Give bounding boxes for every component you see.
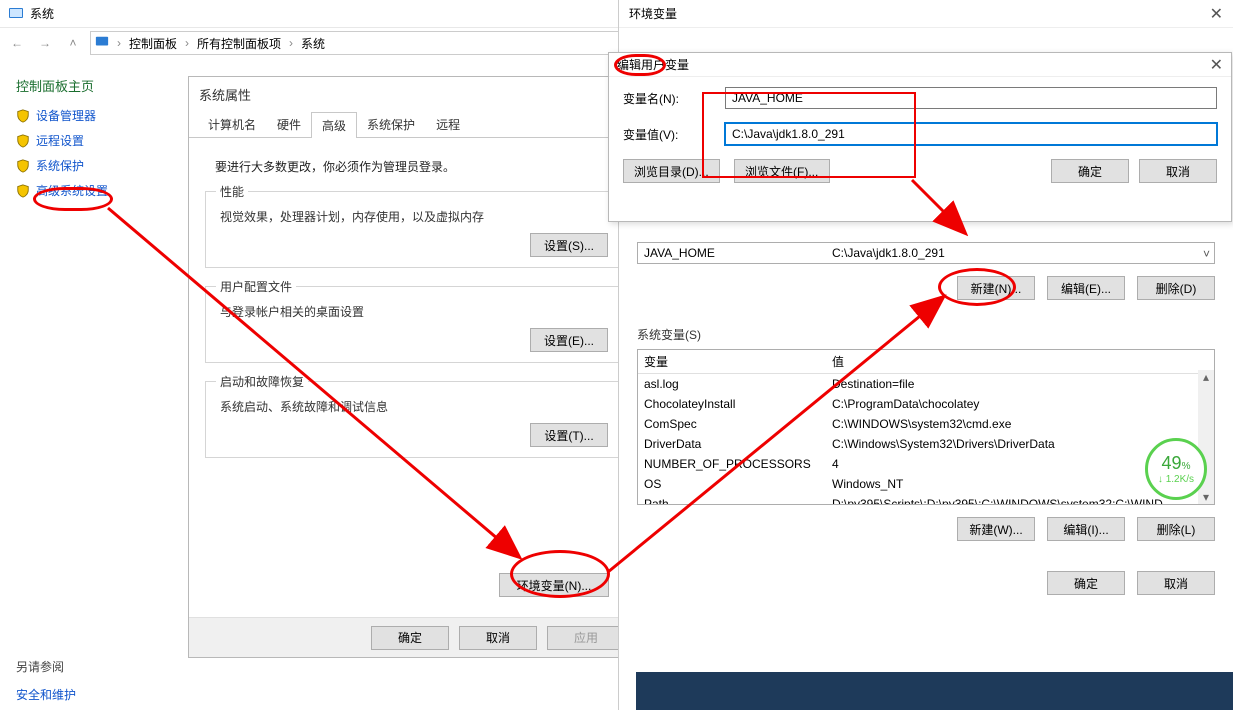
speed-widget: 49% ↓ 1.2K/s: [1145, 438, 1207, 500]
table-row[interactable]: asl.logDestination=file: [638, 374, 1214, 394]
sys-var-name: DriverData: [638, 434, 826, 454]
var-value-label: 变量值(V):: [623, 126, 713, 143]
var-name-input[interactable]: [725, 87, 1217, 109]
shield-icon: [16, 159, 30, 173]
crumb-all[interactable]: 所有控制面板项: [193, 35, 285, 52]
tabs: 计算机名 硬件 高级 系统保护 远程: [189, 112, 635, 138]
shield-icon: [16, 134, 30, 148]
speed-pct: 49: [1162, 453, 1182, 473]
sidebar-label: 高级系统设置: [36, 182, 108, 199]
edit-ok-button[interactable]: 确定: [1051, 159, 1129, 183]
env-title: 环境变量: [629, 5, 677, 22]
user-edit-button[interactable]: 编辑(E)...: [1047, 276, 1125, 300]
sysprop-ok-button[interactable]: 确定: [371, 626, 449, 650]
sysprop-title: 系统属性: [189, 77, 635, 112]
edit-close-icon[interactable]: ✕: [1210, 55, 1223, 75]
speed-rate: 1.2K/s: [1166, 474, 1194, 485]
sidebar-item-sysprot[interactable]: 系统保护: [16, 153, 164, 178]
shield-icon: [16, 109, 30, 123]
profile-group-title: 用户配置文件: [216, 278, 296, 295]
sidebar-item-device-mgr[interactable]: 设备管理器: [16, 103, 164, 128]
var-name-label: 变量名(N):: [623, 90, 713, 107]
up-arrow-icon[interactable]: ˄: [62, 32, 84, 54]
tab-advanced[interactable]: 高级: [311, 112, 357, 138]
admin-message: 要进行大多数更改，你必须作为管理员登录。: [215, 158, 619, 175]
user-delete-button[interactable]: 删除(D): [1137, 276, 1215, 300]
edit-user-var-dialog: 编辑用户变量 ✕ 变量名(N): 变量值(V): 浏览目录(D)... 浏览文件…: [608, 52, 1232, 222]
crumb-cp[interactable]: 控制面板: [125, 35, 181, 52]
sidebar-item-advanced[interactable]: 高级系统设置: [16, 178, 164, 203]
sys-var-value: C:\ProgramData\chocolatey: [826, 394, 1214, 414]
sidebar-label: 远程设置: [36, 132, 84, 149]
sys-delete-button[interactable]: 删除(L): [1137, 517, 1215, 541]
tab-remote[interactable]: 远程: [425, 111, 471, 137]
profile-desc: 与登录帐户相关的桌面设置: [220, 303, 604, 320]
sys-new-button[interactable]: 新建(W)...: [957, 517, 1035, 541]
env-cancel-button[interactable]: 取消: [1137, 571, 1215, 595]
browse-file-button[interactable]: 浏览文件(F)...: [734, 159, 830, 183]
perf-settings-button[interactable]: 设置(S)...: [530, 233, 608, 257]
env-close-icon[interactable]: ✕: [1210, 4, 1223, 24]
tab-sysprotect[interactable]: 系统保护: [356, 111, 426, 137]
table-row[interactable]: ChocolateyInstallC:\ProgramData\chocolat…: [638, 394, 1214, 414]
profile-settings-button[interactable]: 设置(E)...: [530, 328, 608, 352]
env-ok-button[interactable]: 确定: [1047, 571, 1125, 595]
sys-var-name: asl.log: [638, 374, 826, 394]
security-maint-link[interactable]: 安全和维护: [16, 686, 76, 703]
shield-icon: [16, 184, 30, 198]
sidebar-item-remote[interactable]: 远程设置: [16, 128, 164, 153]
sidebar-header[interactable]: 控制面板主页: [16, 68, 164, 103]
system-icon: [8, 6, 24, 22]
sys-var-value: D:\py395\Scripts\;D:\py395\;C:\WINDOWS\s…: [826, 494, 1214, 505]
col-value[interactable]: 值: [826, 350, 1214, 373]
sysprop-cancel-button[interactable]: 取消: [459, 626, 537, 650]
startup-desc: 系统启动、系统故障和调试信息: [220, 398, 604, 415]
sys-var-name: Path: [638, 494, 826, 505]
user-var-value: C:\Java\jdk1.8.0_291: [832, 246, 945, 260]
perf-group-title: 性能: [216, 183, 248, 200]
user-var-row[interactable]: JAVA_HOME C:\Java\jdk1.8.0_291 ˅: [637, 242, 1215, 264]
sys-var-name: OS: [638, 474, 826, 494]
env-vars-button[interactable]: 环境变量(N)...: [499, 573, 609, 597]
startup-settings-button[interactable]: 设置(T)...: [530, 423, 608, 447]
sys-var-name: ChocolateyInstall: [638, 394, 826, 414]
browse-dir-button[interactable]: 浏览目录(D)...: [623, 159, 720, 183]
sidebar-label: 设备管理器: [36, 107, 96, 124]
tab-hardware[interactable]: 硬件: [266, 111, 312, 137]
col-variable[interactable]: 变量: [638, 350, 826, 373]
user-var-name: JAVA_HOME: [644, 246, 832, 260]
fwd-arrow-icon[interactable]: →: [34, 32, 56, 54]
user-new-button[interactable]: 新建(N)...: [957, 276, 1035, 300]
sys-vars-list[interactable]: 变量 值 asl.logDestination=fileChocolateyIn…: [637, 349, 1215, 505]
table-row[interactable]: PathD:\py395\Scripts\;D:\py395\;C:\WINDO…: [638, 494, 1214, 505]
tab-computer-name[interactable]: 计算机名: [197, 111, 267, 137]
edit-title: 编辑用户变量: [617, 56, 689, 73]
back-arrow-icon[interactable]: ←: [6, 32, 28, 54]
perf-desc: 视觉效果，处理器计划，内存使用，以及虚拟内存: [220, 208, 604, 225]
see-also-label: 另请参阅: [16, 658, 64, 675]
sys-vars-label: 系统变量(S): [637, 326, 1215, 343]
edit-cancel-button[interactable]: 取消: [1139, 159, 1217, 183]
sysprop-apply-button[interactable]: 应用: [547, 626, 625, 650]
table-row[interactable]: NUMBER_OF_PROCESSORS4: [638, 454, 1214, 474]
var-value-input[interactable]: [725, 123, 1217, 145]
table-row[interactable]: ComSpecC:\WINDOWS\system32\cmd.exe: [638, 414, 1214, 434]
sys-edit-button[interactable]: 编辑(I)...: [1047, 517, 1125, 541]
sys-var-value: C:\WINDOWS\system32\cmd.exe: [826, 414, 1214, 434]
system-properties-dialog: 系统属性 计算机名 硬件 高级 系统保护 远程 要进行大多数更改，你必须作为管理…: [188, 76, 636, 658]
window-title: 系统: [30, 5, 54, 22]
sys-var-name: NUMBER_OF_PROCESSORS: [638, 454, 826, 474]
crumb-system[interactable]: 系统: [297, 35, 329, 52]
startup-group-title: 启动和故障恢复: [216, 373, 308, 390]
sys-var-name: ComSpec: [638, 414, 826, 434]
monitor-icon: [95, 35, 109, 52]
table-row[interactable]: DriverDataC:\Windows\System32\Drivers\Dr…: [638, 434, 1214, 454]
taskbar-stub: [636, 672, 1233, 710]
chevron-down-icon[interactable]: ˅: [1203, 247, 1210, 261]
table-row[interactable]: OSWindows_NT: [638, 474, 1214, 494]
sidebar: 控制面板主页 设备管理器 远程设置 系统保护 高级系统设置 另请参阅 安全和维护: [0, 60, 180, 211]
sys-var-value: Destination=file: [826, 374, 1214, 394]
sidebar-label: 系统保护: [36, 157, 84, 174]
